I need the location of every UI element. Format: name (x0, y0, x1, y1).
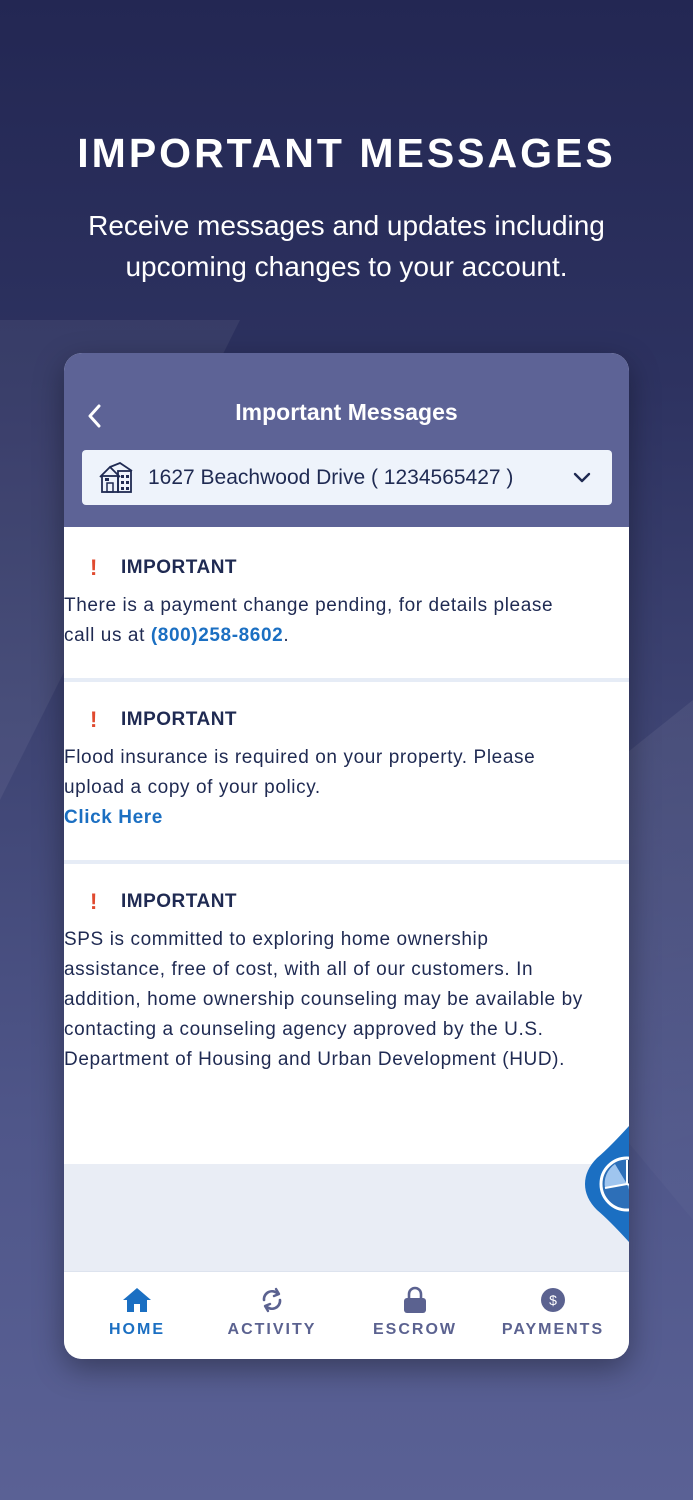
refresh-icon (262, 1287, 282, 1313)
tab-label: PAYMENTS (501, 1321, 605, 1338)
tab-activity[interactable]: ACTIVITY (222, 1272, 322, 1359)
svg-text:$: $ (549, 1292, 557, 1308)
message-text: There is a payment change pending, for d… (64, 595, 554, 646)
home-icon (123, 1288, 151, 1312)
hero-subtitle: Receive messages and updates including u… (88, 210, 605, 282)
alert-icon: ! (90, 555, 98, 580)
bottom-tab-bar: HOME ACTIVITY ESCROW $ PAYMENTS (64, 1271, 629, 1359)
message-body: There is a payment change pending, for d… (64, 591, 589, 651)
hero-title: IMPORTANT MESSAGES (77, 130, 616, 176)
click-here-link[interactable]: Click Here (64, 807, 163, 828)
message-label: IMPORTANT (121, 891, 238, 912)
alert-icon: ! (90, 707, 98, 732)
dollar-icon: $ (541, 1288, 565, 1312)
house-icon (99, 461, 133, 493)
message-label: IMPORTANT (121, 709, 238, 730)
message-card: ! IMPORTANT Flood insurance is required … (64, 682, 629, 860)
chat-support-button[interactable] (585, 1126, 629, 1242)
lock-icon (404, 1286, 426, 1313)
tab-label: ACTIVITY (227, 1321, 317, 1338)
message-text: Flood insurance is required on your prop… (64, 747, 536, 798)
alert-icon: ! (90, 889, 98, 914)
message-card: ! IMPORTANT There is a payment change pe… (64, 527, 629, 678)
message-label: IMPORTANT (121, 557, 238, 578)
tab-escrow[interactable]: ESCROW (367, 1272, 463, 1359)
phone-link[interactable]: (800)258-8602 (151, 625, 283, 646)
property-selector[interactable]: 1627 Beachwood Drive ( 1234565427 ) (82, 450, 612, 505)
app-header: Important Messages 1627 Beachwood Drive … (64, 353, 629, 527)
message-card: ! IMPORTANT SPS is committed to explorin… (64, 864, 629, 1164)
phone-screen: Important Messages 1627 Beachwood Drive … (64, 353, 629, 1359)
chevron-down-icon (573, 472, 591, 482)
tab-home[interactable]: HOME (97, 1272, 177, 1359)
message-body: SPS is committed to exploring home owner… (64, 929, 583, 1070)
tab-payments[interactable]: $ PAYMENTS (497, 1272, 609, 1359)
message-suffix: . (283, 625, 290, 646)
page-title: Important Messages (235, 399, 458, 425)
property-address: 1627 Beachwood Drive ( 1234565427 ) (148, 465, 514, 489)
tab-label: ESCROW (373, 1321, 457, 1338)
message-body: Flood insurance is required on your prop… (64, 743, 589, 833)
tab-label: HOME (109, 1321, 165, 1338)
